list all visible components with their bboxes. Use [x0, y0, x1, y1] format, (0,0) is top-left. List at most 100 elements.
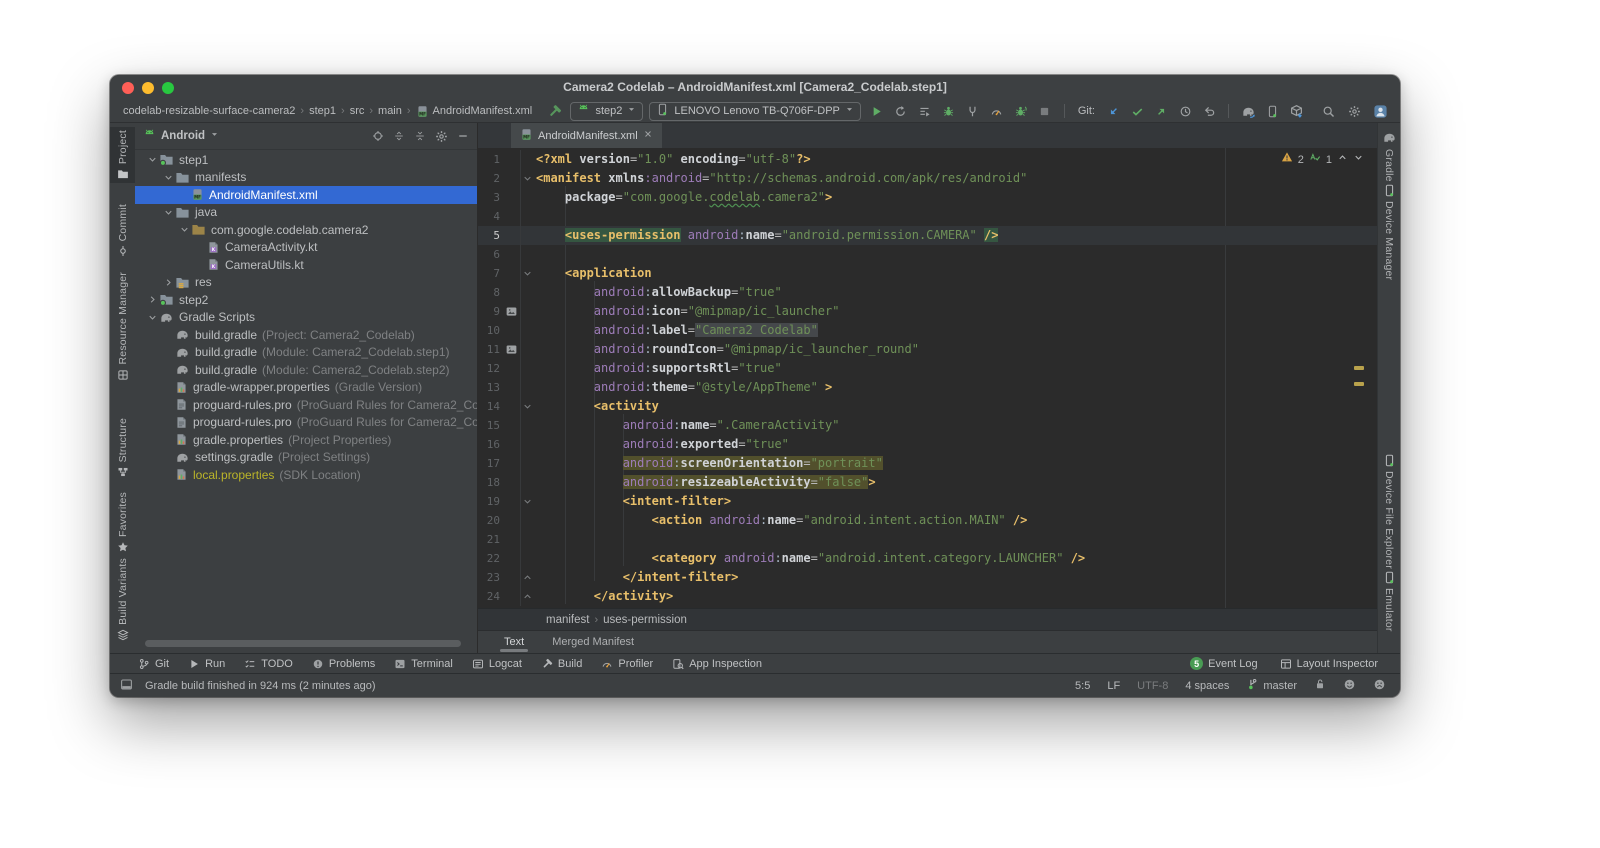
device-manager-button[interactable] [1262, 102, 1282, 121]
code-line-14[interactable]: 14 <activity [478, 397, 1378, 416]
tree-item-step1[interactable]: step1 [135, 151, 477, 169]
search-everywhere-button[interactable] [1318, 102, 1338, 121]
tree-chevron-icon[interactable] [177, 224, 191, 235]
code-line-22[interactable]: 22 <category android:name="android.inten… [478, 549, 1378, 568]
code-line-17[interactable]: 17 android:screenOrientation="portrait" [478, 454, 1378, 473]
profile-button[interactable] [987, 102, 1007, 121]
tool-strip-gradle[interactable]: Gradle [1378, 127, 1400, 185]
tool-window-button-build[interactable]: Build [541, 658, 582, 670]
horizontal-scrollbar[interactable] [145, 640, 461, 647]
previous-problem-button[interactable] [1337, 151, 1348, 170]
tree-chevron-icon[interactable] [161, 207, 175, 218]
show-history-button[interactable] [1175, 102, 1195, 121]
tree-item-java[interactable]: java [135, 204, 477, 222]
fold-marker-icon[interactable] [520, 587, 534, 606]
tree-item-res[interactable]: res [135, 274, 477, 292]
code-line-10[interactable]: 10 android:label="Camera2 Codelab" [478, 321, 1378, 340]
tree-item-manifests[interactable]: manifests [135, 169, 477, 187]
project-view-mode[interactable]: Android [161, 130, 205, 142]
code-line-4[interactable]: 4 [478, 207, 1378, 226]
xml-breadcrumb-item[interactable]: manifest [546, 614, 589, 626]
tree-item-step2[interactable]: step2 [135, 291, 477, 309]
tree-item-proguard-rules-pro[interactable]: proguard-rules.pro (ProGuard Rules for Ca… [135, 396, 477, 414]
tool-window-button-git[interactable]: Git [138, 658, 169, 670]
code-line-21[interactable]: 21 [478, 530, 1378, 549]
code-line-13[interactable]: 13 android:theme="@style/AppTheme" > [478, 378, 1378, 397]
file-encoding[interactable]: UTF-8 [1137, 680, 1168, 692]
tool-window-button-logcat[interactable]: Logcat [472, 658, 522, 670]
tree-item-build-gradle[interactable]: build.gradle (Module: Camera2_Codelab.ste… [135, 344, 477, 362]
profile-restart-button[interactable] [1011, 102, 1031, 121]
code-line-8[interactable]: 8 android:allowBackup="true" [478, 283, 1378, 302]
code-line-16[interactable]: 16 android:exported="true" [478, 435, 1378, 454]
fold-marker-icon[interactable] [520, 397, 534, 416]
code-line-9[interactable]: 9 android:icon="@mipmap/ic_launcher" [478, 302, 1378, 321]
code-line-19[interactable]: 19 <intent-filter> [478, 492, 1378, 511]
tree-item-local-properties[interactable]: local.properties (SDK Location) [135, 466, 477, 484]
tree-chevron-icon[interactable] [145, 294, 159, 305]
happy-feedback-icon[interactable] [1343, 678, 1356, 694]
error-stripe-mark[interactable] [1354, 366, 1364, 370]
tool-strip-build-variants[interactable]: Build Variants [110, 555, 135, 644]
fold-marker-icon[interactable] [520, 169, 534, 188]
tree-item-settings-gradle[interactable]: settings.gradle (Project Settings) [135, 449, 477, 467]
settings-icon[interactable] [435, 130, 448, 143]
tool-window-button-todo[interactable]: TODO [244, 658, 293, 670]
commit-button[interactable] [1127, 102, 1147, 121]
tool-window-button-terminal[interactable]: Terminal [394, 658, 453, 670]
tree-item-cameraactivity-kt[interactable]: K CameraActivity.kt [135, 239, 477, 257]
tool-window-button-layout-inspector[interactable]: Layout Inspector [1280, 658, 1378, 670]
code-line-20[interactable]: 20 <action android:name="android.intent.… [478, 511, 1378, 530]
tree-item-gradle-properties[interactable]: gradle.properties (Project Properties) [135, 431, 477, 449]
user-avatar-button[interactable] [1370, 102, 1390, 121]
sdk-manager-button[interactable] [1286, 102, 1306, 121]
xml-breadcrumb-item[interactable]: uses-permission [603, 614, 687, 626]
code-line-5[interactable]: 5 <uses-permission android:name="android… [478, 226, 1378, 245]
expand-all-icon[interactable] [393, 130, 405, 142]
attach-profiler-button[interactable] [963, 102, 983, 121]
breadcrumb-item[interactable]: step1 [309, 105, 336, 117]
tree-item-androidmanifest-xml[interactable]: MF AndroidManifest.xml [135, 186, 477, 204]
tool-window-button-problems[interactable]: Problems [312, 658, 375, 670]
code-line-2[interactable]: 2 <manifest xmlns:android="http://schemas… [478, 169, 1378, 188]
tool-strip-structure[interactable]: Structure [110, 415, 135, 481]
code-line-18[interactable]: 18 android:resizeableActivity="false"> [478, 473, 1378, 492]
fold-marker-icon[interactable] [520, 568, 534, 587]
build-project-button[interactable] [544, 102, 564, 121]
error-stripe-mark[interactable] [1354, 382, 1364, 386]
tree-item-proguard-rules-pro[interactable]: proguard-rules.pro (ProGuard Rules for Ca… [135, 414, 477, 432]
git-branch-widget[interactable]: master [1246, 678, 1297, 694]
apply-code-changes-button[interactable] [915, 102, 935, 121]
tool-window-button-run[interactable]: Run [188, 658, 225, 670]
tool-strip-device-file-explorer[interactable]: Device File Explorer [1378, 451, 1400, 572]
caret-position[interactable]: 5:5 [1075, 680, 1090, 692]
fold-marker-icon[interactable] [520, 492, 534, 511]
tree-item-camerautils-kt[interactable]: K CameraUtils.kt [135, 256, 477, 274]
settings-button[interactable] [1344, 102, 1364, 121]
image-preview-gutter-icon[interactable] [502, 343, 520, 356]
tree-item-gradle-wrapper-properties[interactable]: gradle-wrapper.properties (Gradle Version… [135, 379, 477, 397]
rollback-button[interactable] [1199, 102, 1219, 121]
lock-icon[interactable] [1314, 678, 1326, 693]
tree-item-build-gradle[interactable]: build.gradle (Project: Camera2_Codelab) [135, 326, 477, 344]
tree-item-gradle-scripts[interactable]: Gradle Scripts [135, 309, 477, 327]
indent-setting[interactable]: 4 spaces [1185, 680, 1229, 692]
tree-item-com-google-codelab-camera2[interactable]: com.google.codelab.camera2 [135, 221, 477, 239]
sad-feedback-icon[interactable] [1373, 678, 1386, 694]
update-project-button[interactable] [1103, 102, 1123, 121]
tool-window-button-event-log[interactable]: 5 Event Log [1190, 657, 1258, 670]
editor-tab-androidmanifest[interactable]: MF AndroidManifest.xml [511, 123, 662, 148]
tool-window-button-app-inspection[interactable]: App Inspection [672, 658, 762, 670]
hide-icon[interactable] [457, 130, 469, 142]
code-line-23[interactable]: 23 </intent-filter> [478, 568, 1378, 587]
next-problem-button[interactable] [1353, 151, 1364, 170]
code-line-12[interactable]: 12 android:supportsRtl="true" [478, 359, 1378, 378]
image-preview-gutter-icon[interactable] [502, 305, 520, 318]
tree-chevron-icon[interactable] [145, 154, 159, 165]
run-configuration-select[interactable]: step2 [570, 101, 644, 121]
tool-strip-device-manager[interactable]: Device Manager [1378, 181, 1400, 283]
code-line-15[interactable]: 15 android:name=".CameraActivity" [478, 416, 1378, 435]
debug-button[interactable] [939, 102, 959, 121]
device-select[interactable]: LENOVO Lenovo TB-Q706F-DPP [649, 101, 861, 121]
breadcrumb-item[interactable]: codelab-resizable-surface-camera2 [123, 105, 295, 117]
